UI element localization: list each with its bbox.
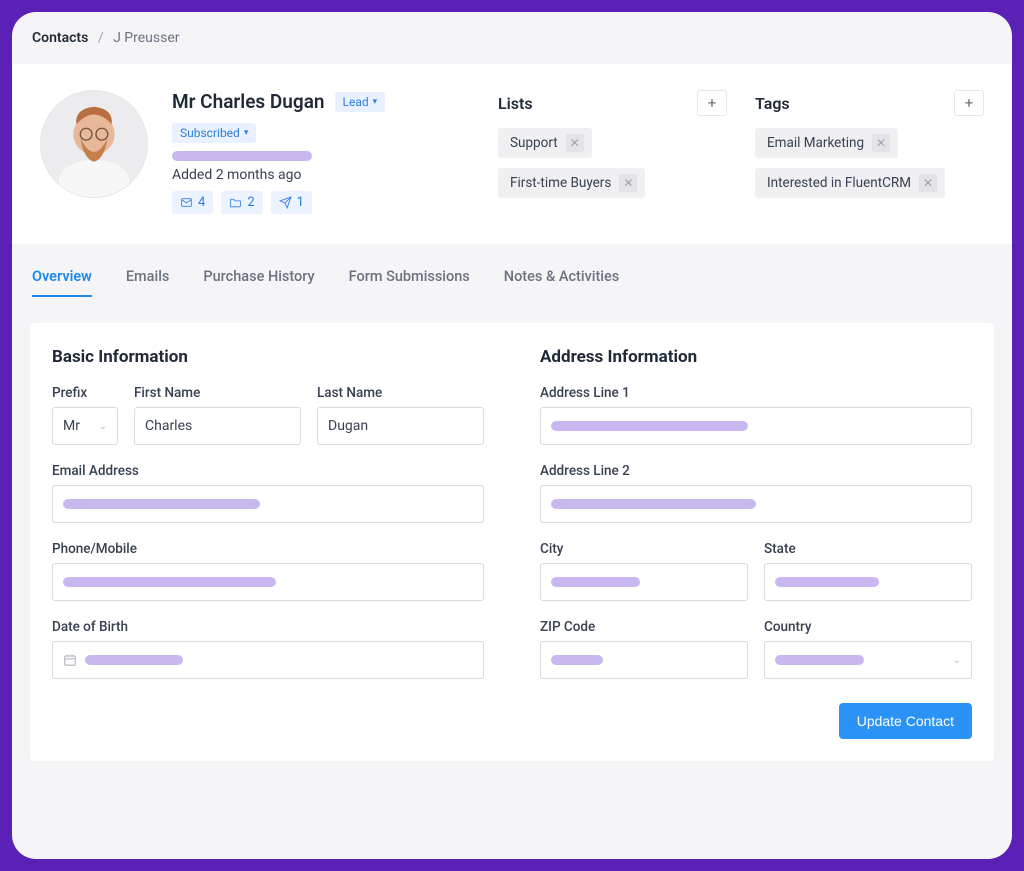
zip-label: ZIP Code: [540, 619, 748, 635]
phone-label: Phone/Mobile: [52, 541, 484, 557]
phone-input[interactable]: [52, 563, 484, 601]
email-label: Email Address: [52, 463, 484, 479]
app-window: Contacts / J Preusser Mr Charles Dugan: [12, 12, 1012, 859]
address1-input[interactable]: [540, 407, 972, 445]
tag-item: Email Marketing ✕: [755, 128, 898, 158]
city-label: City: [540, 541, 748, 557]
state-input[interactable]: [764, 563, 972, 601]
mail-icon: [180, 196, 193, 209]
remove-tag-icon[interactable]: ✕: [919, 174, 937, 192]
avatar: [40, 90, 148, 198]
list-item: First-time Buyers ✕: [498, 168, 645, 198]
chevron-down-icon: ▾: [373, 97, 378, 107]
address1-label: Address Line 1: [540, 385, 972, 401]
first-name-input[interactable]: Charles: [134, 407, 301, 445]
contact-form: Basic Information Prefix Mr ⌄ First Name…: [30, 323, 994, 761]
prefix-label: Prefix: [52, 385, 118, 401]
breadcrumb: Contacts / J Preusser: [12, 12, 1012, 64]
redacted-email: [172, 151, 312, 161]
remove-tag-icon[interactable]: ✕: [872, 134, 890, 152]
remove-list-icon[interactable]: ✕: [566, 134, 584, 152]
status-subscribed-dropdown[interactable]: Subscribed▾: [172, 123, 256, 143]
chevron-down-icon: ⌄: [99, 421, 107, 432]
folder-icon: [229, 196, 242, 209]
tab-emails[interactable]: Emails: [126, 268, 170, 297]
tab-bar: Overview Emails Purchase History Form Su…: [12, 244, 1012, 297]
last-name-input[interactable]: Dugan: [317, 407, 484, 445]
dob-input[interactable]: [52, 641, 484, 679]
prefix-select[interactable]: Mr ⌄: [52, 407, 118, 445]
list-item: Support ✕: [498, 128, 592, 158]
country-select[interactable]: ⌄: [764, 641, 972, 679]
city-input[interactable]: [540, 563, 748, 601]
address-info-title: Address Information: [540, 347, 972, 367]
add-tag-button[interactable]: +: [954, 90, 984, 116]
stat-sends[interactable]: 1: [271, 191, 312, 214]
breadcrumb-current: J Preusser: [113, 30, 179, 46]
address2-input[interactable]: [540, 485, 972, 523]
add-list-button[interactable]: +: [697, 90, 727, 116]
lists-heading: Lists: [498, 94, 533, 113]
added-timestamp: Added 2 months ago: [172, 167, 470, 183]
remove-list-icon[interactable]: ✕: [619, 174, 637, 192]
tag-item: Interested in FluentCRM ✕: [755, 168, 945, 198]
tags-heading: Tags: [755, 94, 790, 113]
state-label: State: [764, 541, 972, 557]
breadcrumb-separator: /: [98, 30, 104, 46]
tab-notes-activities[interactable]: Notes & Activities: [504, 268, 619, 297]
update-contact-button[interactable]: Update Contact: [839, 703, 972, 739]
address2-label: Address Line 2: [540, 463, 972, 479]
contact-name: Mr Charles Dugan: [172, 90, 325, 113]
zip-input[interactable]: [540, 641, 748, 679]
tab-purchase-history[interactable]: Purchase History: [203, 268, 314, 297]
calendar-icon: [63, 653, 77, 667]
tab-overview[interactable]: Overview: [32, 268, 92, 297]
first-name-label: First Name: [134, 385, 301, 401]
stat-emails[interactable]: 4: [172, 191, 213, 214]
chevron-down-icon: ⌄: [953, 655, 961, 666]
profile-header: Mr Charles Dugan Lead▾ Subscribed▾ Added…: [12, 64, 1012, 244]
stat-folders[interactable]: 2: [221, 191, 262, 214]
status-lead-dropdown[interactable]: Lead▾: [335, 92, 386, 112]
send-icon: [279, 196, 292, 209]
chevron-down-icon: ▾: [244, 128, 249, 138]
breadcrumb-root[interactable]: Contacts: [32, 30, 88, 46]
dob-label: Date of Birth: [52, 619, 484, 635]
basic-info-title: Basic Information: [52, 347, 484, 367]
last-name-label: Last Name: [317, 385, 484, 401]
tab-form-submissions[interactable]: Form Submissions: [349, 268, 470, 297]
country-label: Country: [764, 619, 972, 635]
email-input[interactable]: [52, 485, 484, 523]
